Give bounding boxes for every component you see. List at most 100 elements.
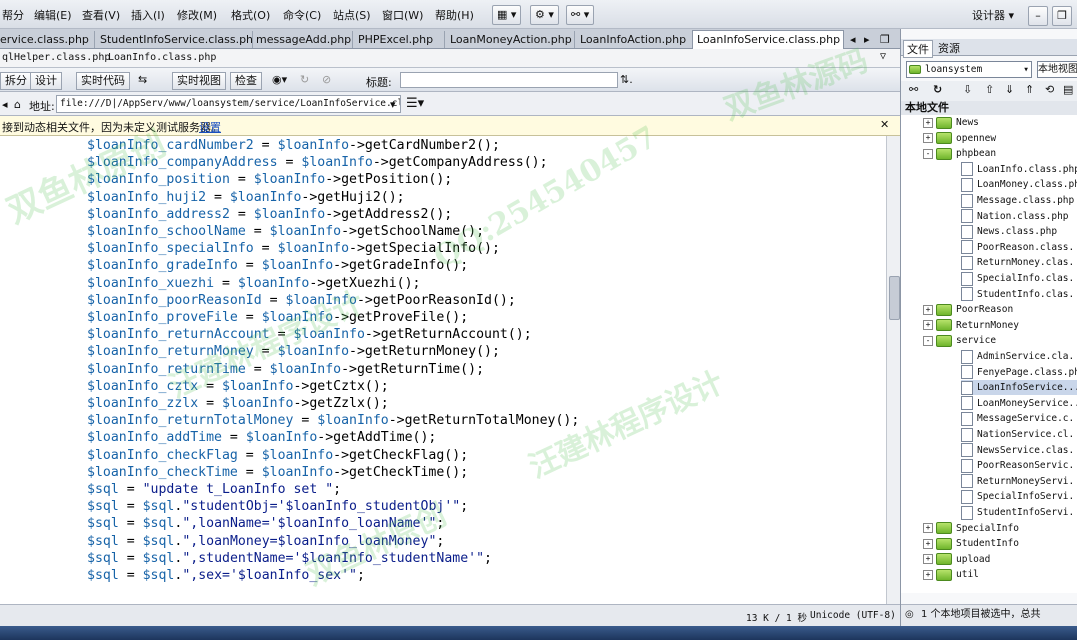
visual-aids-icon[interactable]: ⊘ xyxy=(322,73,331,86)
split-view-button[interactable]: 拆分 xyxy=(0,72,32,90)
tree-folder[interactable]: - service xyxy=(923,333,996,348)
setup-link[interactable]: 设置 xyxy=(199,119,221,135)
filter-icon[interactable]: ▽ xyxy=(880,51,886,62)
refresh-icon[interactable]: ↻ xyxy=(933,83,942,96)
tree-folder[interactable]: + upload xyxy=(923,552,990,567)
collapse-icon[interactable]: - xyxy=(923,335,933,346)
menu-item-site[interactable]: 站点(S) xyxy=(333,7,371,23)
menu-item-window[interactable]: 帮分 xyxy=(2,7,24,23)
tree-file[interactable]: LoanMoney.class.php xyxy=(961,177,1077,192)
expand-icon[interactable]: + xyxy=(923,554,933,565)
close-icon[interactable]: ✕ xyxy=(880,118,889,131)
view-select[interactable]: 本地视图 xyxy=(1037,61,1077,78)
get-files-icon[interactable]: ⇩ xyxy=(963,83,972,96)
tree-file[interactable]: ReturnMoney.clas. xyxy=(961,255,1074,270)
site-select[interactable]: loansystem ▾ xyxy=(906,61,1032,78)
tree-folder[interactable]: + util xyxy=(923,567,979,582)
connect-icon[interactable]: ⚯ xyxy=(909,83,918,96)
tree-file[interactable]: News.class.php xyxy=(961,224,1057,239)
tree-file[interactable]: PoorReasonServic. xyxy=(961,458,1074,473)
tab-scroll-right-icon[interactable]: ▸ xyxy=(864,31,870,48)
code-editor[interactable]: $loanInfo_cardNumber2 = $loanInfo->getCa… xyxy=(0,136,886,604)
menu-item-help[interactable]: 帮助(H) xyxy=(435,7,474,23)
minimize-icon[interactable]: – xyxy=(1028,6,1048,26)
refresh-icon[interactable]: ↻ xyxy=(300,73,309,86)
tree-file[interactable]: Nation.class.php xyxy=(961,209,1069,224)
back-icon[interactable]: ◂ xyxy=(2,98,8,111)
tab-loanmoney-action[interactable]: LoanMoneyAction.php xyxy=(446,31,575,48)
tree-file[interactable]: AdminService.cla. xyxy=(961,349,1074,364)
restore-icon[interactable]: ❐ xyxy=(1052,6,1072,26)
tree-file[interactable]: MessageService.c. xyxy=(961,411,1074,426)
address-input[interactable]: file:///D|/AppServ/www/loansystem/servic… xyxy=(56,95,401,113)
tab-loaninfo-service[interactable]: LoanInfoService.class.php xyxy=(692,30,844,50)
tree-folder[interactable]: + PoorReason xyxy=(923,302,1013,317)
tree-file[interactable]: LoanInfoService.... xyxy=(961,380,1077,396)
related-file[interactable]: qlHelper.class.php xyxy=(2,52,110,63)
tree-file[interactable]: StudentInfo.clas. xyxy=(961,287,1074,302)
menu-item-insert[interactable]: 插入(I) xyxy=(131,7,165,23)
design-view-button[interactable]: 设计 xyxy=(30,72,62,90)
expand-icon[interactable]: + xyxy=(923,320,933,331)
live-view-button[interactable]: 实时视图 xyxy=(172,72,226,90)
workspace-switcher[interactable]: 设计器 ▾ xyxy=(972,7,1014,23)
tab-phpexcel[interactable]: PHPExcel.php xyxy=(354,31,445,48)
expand-icon[interactable]: + xyxy=(923,523,933,534)
tree-file[interactable]: FenyePage.class.php xyxy=(961,365,1077,380)
tree-file[interactable]: NationService.cl. xyxy=(961,427,1074,442)
tree-folder[interactable]: + opennew xyxy=(923,131,996,146)
tree-folder[interactable]: - phpbean xyxy=(923,146,996,161)
menu-item-view[interactable]: 查看(V) xyxy=(82,7,120,23)
list-icon[interactable]: ☰▾ xyxy=(406,96,424,111)
expand-icon[interactable]: + xyxy=(923,569,933,580)
chevron-down-icon[interactable]: ▾ xyxy=(390,98,396,111)
tree-folder[interactable]: + News xyxy=(923,115,979,130)
tab-loaninfo-action[interactable]: LoanInfoAction.php xyxy=(576,31,693,48)
tab-scroll-left-icon[interactable]: ◂ xyxy=(850,31,856,48)
checkin-icon[interactable]: ⇑ xyxy=(1025,83,1034,96)
tree-file[interactable]: StudentInfoServi. xyxy=(961,505,1074,520)
tree-file[interactable]: ReturnMoneyServi. xyxy=(961,474,1074,489)
tab-studentinfo-service[interactable]: StudentInfoService.class.php xyxy=(96,31,253,48)
expand-icon[interactable]: + xyxy=(923,117,933,128)
tree-file[interactable]: PoorReason.class. xyxy=(961,240,1074,255)
inspect-code-icon[interactable]: ⇆ xyxy=(138,73,147,86)
related-file[interactable]: LoanInfo.class.php xyxy=(108,52,216,63)
live-code-button[interactable]: 实时代码 xyxy=(76,72,130,90)
menu-item-modify[interactable]: 修改(M) xyxy=(177,7,217,23)
editor-scrollbar[interactable] xyxy=(886,136,901,604)
restore-doc-icon[interactable]: ❐ xyxy=(880,31,890,48)
checkout-icon[interactable]: ⇓ xyxy=(1005,83,1014,96)
site-icon[interactable]: ⚯ ▾ xyxy=(566,5,595,25)
tree-file[interactable]: SpecialInfo.clas. xyxy=(961,271,1074,286)
menu-item-format[interactable]: 格式(O) xyxy=(231,7,270,23)
tab-service-class[interactable]: ervice.class.php xyxy=(0,31,95,48)
tree-file[interactable]: SpecialInfoServi. xyxy=(961,489,1074,504)
tree-file[interactable]: Message.class.php xyxy=(961,193,1074,208)
expand-panel-icon[interactable]: ▤ xyxy=(1063,83,1073,96)
expand-icon[interactable]: + xyxy=(923,304,933,315)
expand-icon[interactable]: + xyxy=(923,133,933,144)
menu-item-edit[interactable]: 编辑(E) xyxy=(34,7,72,23)
tree-folder[interactable]: + StudentInfo xyxy=(923,536,1019,551)
gear-icon[interactable]: ⚙ ▾ xyxy=(530,5,559,25)
tree-folder[interactable]: + ReturnMoney xyxy=(923,318,1019,333)
tab-assets[interactable]: 资源 xyxy=(935,40,963,56)
sync-icon[interactable]: ⟲ xyxy=(1045,83,1054,96)
tree-file[interactable]: LoanInfo.class.php xyxy=(961,162,1077,177)
tab-message-add[interactable]: messageAdd.php xyxy=(252,31,353,48)
tree-file[interactable]: NewsService.clas. xyxy=(961,443,1074,458)
browser-preview-icon[interactable]: ◉▾ xyxy=(272,73,287,86)
collapse-icon[interactable]: - xyxy=(923,148,933,159)
scrollbar-thumb[interactable] xyxy=(889,276,900,320)
expand-icon[interactable]: + xyxy=(923,538,933,549)
title-input[interactable] xyxy=(400,72,618,88)
menu-item-window2[interactable]: 窗口(W) xyxy=(382,7,423,23)
put-files-icon[interactable]: ⇧ xyxy=(985,83,994,96)
validate-icon[interactable]: ⇅. xyxy=(620,73,633,86)
layout-icon[interactable]: ▦ ▾ xyxy=(492,5,522,25)
tab-files[interactable]: 文件 xyxy=(903,40,933,58)
tree-folder[interactable]: + SpecialInfo xyxy=(923,521,1019,536)
menu-item-command[interactable]: 命令(C) xyxy=(283,7,321,23)
tree-file[interactable]: LoanMoneyService... xyxy=(961,396,1077,411)
